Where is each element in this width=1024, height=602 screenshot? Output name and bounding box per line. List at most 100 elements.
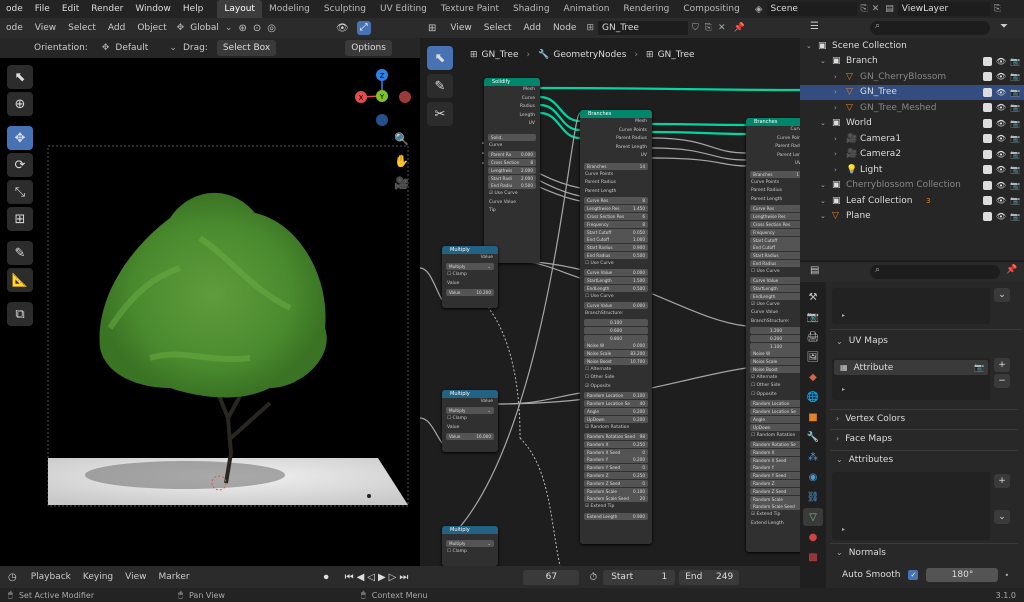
particles-tab-icon[interactable]: ⁂	[803, 448, 823, 466]
timeline-type-icon[interactable]: ◷	[8, 572, 17, 583]
node-input[interactable]: Parent Length	[746, 196, 800, 205]
pan-hand-icon[interactable]: ✋	[394, 154, 409, 168]
end-frame-field[interactable]: End 249	[679, 569, 740, 585]
expand-chevron-icon[interactable]: ⌄	[820, 212, 826, 220]
node-field[interactable]: Cross Section Res 6	[584, 212, 648, 220]
node-field[interactable]: Random X Seed 0	[584, 448, 648, 456]
pin-icon[interactable]: 📌	[734, 23, 745, 33]
node-field[interactable]: 1.200	[750, 327, 800, 335]
node-output[interactable]: Curve Points	[580, 127, 652, 136]
node-field[interactable]: Noise Scale	[750, 358, 800, 366]
multiply-node-3[interactable]: Multiply Multiply ⌄ ☐ Clamp	[442, 526, 498, 566]
current-frame-field[interactable]: 67	[523, 569, 580, 585]
node-field[interactable]: StartLength	[750, 284, 800, 292]
exclude-checkbox[interactable]	[983, 180, 992, 190]
viewport-menu-object[interactable]: Object	[131, 18, 172, 38]
node-field[interactable]: Curve Value 0.000	[584, 301, 648, 309]
node-output[interactable]: Mesh	[580, 118, 652, 127]
node-field[interactable]: Lengthwise Res	[750, 213, 800, 221]
node-input[interactable]: Curve Points	[580, 171, 652, 180]
node-field[interactable]: Noise Boost 10.700	[584, 358, 648, 366]
node-menu-add[interactable]: Add	[518, 18, 547, 38]
viewport-menu-view[interactable]: View	[29, 18, 62, 38]
node-field[interactable]: Random Z 0.250	[584, 472, 648, 479]
viewport-menu-add[interactable]: Add	[102, 18, 131, 38]
start-frame-field[interactable]: Start 1	[603, 569, 676, 585]
multiply-node-header[interactable]: Multiply	[442, 246, 498, 254]
node-input[interactable]: Value	[442, 424, 498, 433]
node-input[interactable]: Value	[442, 280, 498, 289]
node-field[interactable]: Frequency	[750, 228, 800, 236]
tab-layout[interactable]: Layout	[217, 0, 262, 18]
multiply-node-header[interactable]: Multiply	[442, 526, 498, 534]
breadcrumb-item[interactable]: GN_Tree	[658, 50, 695, 60]
node-field[interactable]: Curve Res 8	[584, 197, 648, 205]
node-field[interactable]: Noise Scale 83.200	[584, 350, 648, 358]
node-field[interactable]: Random X	[750, 448, 800, 456]
node-field[interactable]: Random Y 0.200	[584, 456, 648, 464]
node-field[interactable]: 0.800	[584, 334, 648, 342]
node-field[interactable]: UpDown 0.200	[584, 415, 648, 423]
close-icon[interactable]: ✕	[718, 23, 726, 33]
node-field[interactable]: Extend Length 0.900	[584, 512, 648, 520]
branches-node-header[interactable]: Branches	[580, 110, 652, 118]
node-output[interactable]: UV	[746, 160, 800, 169]
operation-select[interactable]: Multiply ⌄	[446, 263, 494, 271]
node-checkbox[interactable]: ☐ Clamp	[442, 415, 498, 424]
exclude-checkbox[interactable]	[983, 211, 992, 221]
node-checkbox[interactable]: ☐ Opposite	[746, 391, 800, 400]
add-cube-tool-icon[interactable]: ⧉	[7, 302, 33, 326]
add-uv-button[interactable]: +	[994, 358, 1010, 372]
node-field[interactable]: Lengthwis 2.000	[488, 166, 536, 174]
node-field[interactable]: Random Y	[750, 464, 800, 472]
node-field[interactable]: Parent Ra 0.000	[488, 151, 536, 159]
annotate-tool-icon[interactable]: ✎	[7, 241, 33, 265]
node-field[interactable]: Noise Boost	[750, 366, 800, 374]
node-field[interactable]: Noise W	[750, 350, 800, 358]
list-expand-icon[interactable]: ▸	[842, 312, 845, 319]
expand-chevron-icon[interactable]: ›	[834, 166, 837, 174]
outliner-item[interactable]: ⌄ ▣ Cherryblossom Collection 👁 📷	[800, 178, 1024, 194]
record-icon[interactable]: ⏺	[324, 572, 329, 583]
node-field[interactable]: Angle	[750, 416, 800, 424]
node-field[interactable]: EndLength	[750, 292, 800, 300]
gizmo-neg-x-icon[interactable]	[399, 91, 411, 103]
node-field[interactable]: EndLength 0.500	[584, 284, 648, 292]
node-field[interactable]: End Radius	[750, 259, 800, 267]
outliner-search-input[interactable]: ⌕	[870, 21, 990, 35]
node-menu-view[interactable]: View	[444, 18, 477, 38]
move-tool-icon[interactable]: ✥	[7, 126, 33, 150]
node-output[interactable]: Parent Radi	[746, 143, 800, 152]
constraints-tab-icon[interactable]: ⛓	[803, 488, 823, 506]
visibility-icon[interactable]: 👁	[336, 23, 349, 34]
node-field[interactable]: Curve Value	[750, 277, 800, 285]
node-field[interactable]: Random Z Seed 0	[584, 479, 648, 487]
render-camera-icon[interactable]: 📷	[1010, 150, 1020, 159]
node-output[interactable]: Mesh	[484, 86, 540, 95]
node-field[interactable]: Random Location Se	[750, 408, 800, 416]
multiply-node[interactable]: Multiply Value Multiply ⌄ ☐ Clamp Value V…	[442, 246, 498, 308]
attribute-menu-button[interactable]: ⌄	[994, 510, 1010, 524]
node-field[interactable]: 0.100	[584, 319, 648, 327]
copy-icon[interactable]: ⎘	[705, 23, 712, 33]
node-field[interactable]: Curve Value 0.000	[584, 269, 648, 277]
outliner-item[interactable]: ⌄ ▽ Plane 👁 📷	[800, 209, 1024, 225]
render-camera-icon[interactable]: 📷	[1010, 212, 1020, 221]
outliner-item[interactable]: ⌄ ▣ Branch 👁 📷	[800, 54, 1024, 70]
node-output[interactable]: Curv	[746, 126, 800, 135]
node-checkbox[interactable]: ☐ Clamp	[442, 271, 498, 280]
node-field[interactable]: Cross Section Res	[750, 220, 800, 228]
node-field[interactable]: Noise W 0.000	[584, 342, 648, 350]
node-output[interactable]: Value	[442, 254, 498, 263]
visibility-eye-icon[interactable]: 👁	[996, 212, 1006, 221]
tab-texture-paint[interactable]: Texture Paint	[434, 0, 506, 18]
node-field[interactable]: Random X 0.250	[584, 440, 648, 448]
visibility-eye-icon[interactable]: 👁	[996, 181, 1006, 190]
select-tool-icon[interactable]: ⬉	[7, 65, 33, 89]
keyframe-dot-icon[interactable]: •	[1004, 571, 1009, 580]
node-field[interactable]: Random Location 0.100	[584, 392, 648, 400]
menu-file[interactable]: File	[29, 0, 56, 18]
node-output[interactable]: Radius	[484, 103, 540, 112]
menu-render[interactable]: Render	[85, 0, 129, 18]
exclude-checkbox[interactable]	[983, 72, 992, 82]
